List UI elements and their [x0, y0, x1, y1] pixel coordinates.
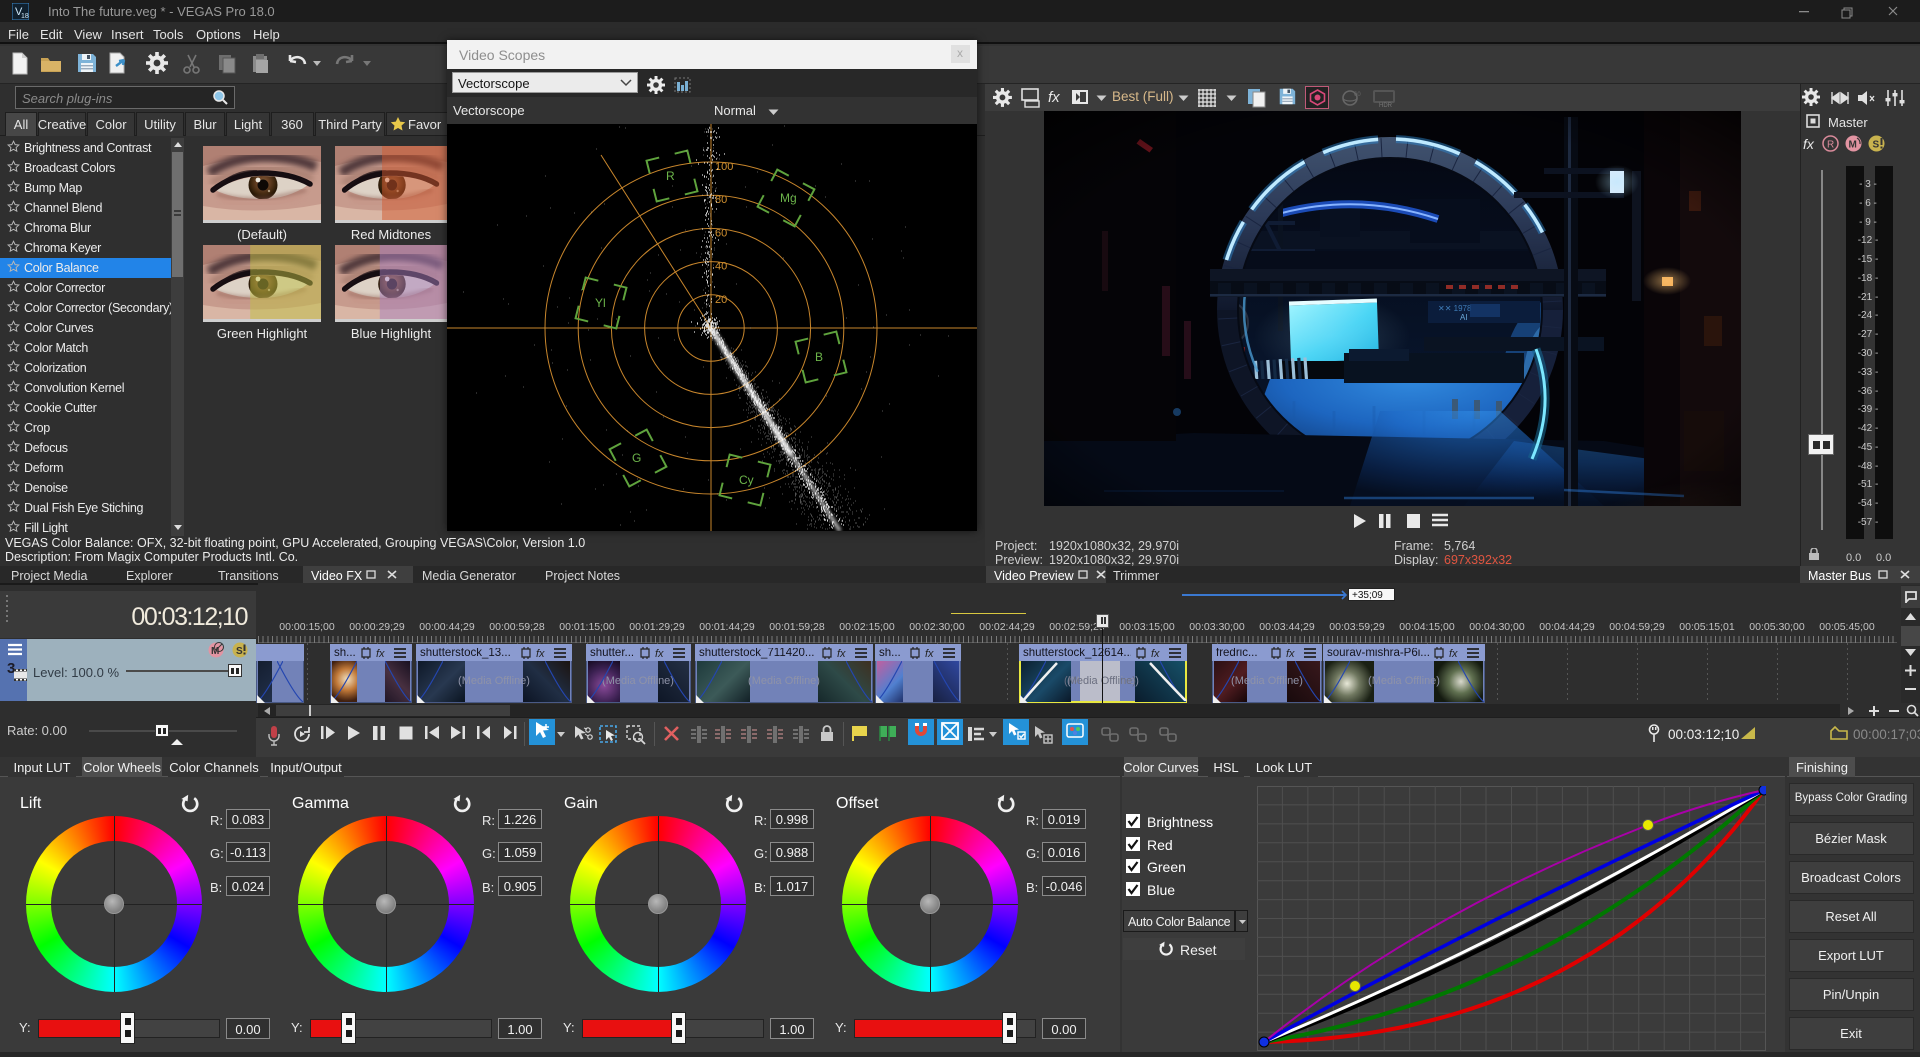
- svg-text:100: 100: [715, 161, 733, 173]
- svg-text:18: 18: [21, 13, 29, 20]
- svg-text:Yl: Yl: [595, 296, 606, 310]
- svg-text:20: 20: [715, 294, 727, 306]
- svg-text:G: G: [632, 451, 641, 465]
- svg-text:fx: fx: [1151, 648, 1160, 660]
- svg-text:fx: fx: [1286, 648, 1295, 660]
- svg-text:B: B: [815, 350, 823, 364]
- svg-text:S: S: [1873, 140, 1880, 151]
- svg-text:M: M: [1849, 140, 1857, 151]
- svg-text:40: 40: [715, 261, 727, 273]
- svg-text:fx: fx: [655, 648, 664, 660]
- svg-text:S: S: [236, 646, 243, 657]
- svg-text:R: R: [666, 169, 675, 183]
- svg-text:HDR: HDR: [1379, 103, 1393, 108]
- svg-text:fx: fx: [536, 648, 545, 660]
- svg-text:fx: fx: [837, 648, 846, 660]
- svg-text:fx: fx: [925, 648, 934, 660]
- svg-text:fx: fx: [1449, 648, 1458, 660]
- svg-text:60: 60: [1354, 92, 1361, 98]
- svg-text:60: 60: [715, 227, 727, 239]
- svg-text:fx: fx: [376, 648, 385, 660]
- svg-text:Mg: Mg: [780, 191, 797, 205]
- svg-text:Cy: Cy: [739, 473, 754, 487]
- svg-text:R: R: [1827, 140, 1834, 151]
- svg-text:80: 80: [715, 194, 727, 206]
